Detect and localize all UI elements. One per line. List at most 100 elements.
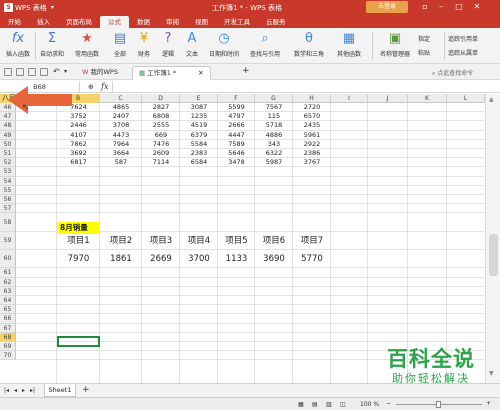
summary-header-cell[interactable]: 项目1	[57, 232, 100, 250]
menu-1[interactable]: 插入	[29, 16, 58, 28]
column-header-D[interactable]: D	[142, 94, 180, 103]
data-cell[interactable]: 7114	[142, 158, 180, 167]
reading-view-icon[interactable]: ◫	[340, 401, 346, 408]
data-cell[interactable]: 6379	[180, 131, 218, 140]
data-cell[interactable]: 7589	[218, 140, 255, 149]
paste-name-button[interactable]: 粘贴	[418, 48, 430, 57]
data-cell[interactable]: 3692	[57, 149, 100, 158]
data-cell[interactable]: 6584	[180, 158, 218, 167]
next-sheet-icon[interactable]: ▸	[22, 387, 25, 394]
column-header-I[interactable]: I	[331, 94, 368, 103]
row-header[interactable]: 57	[0, 204, 16, 214]
menu-8[interactable]: 云服务	[258, 16, 294, 28]
row-header[interactable]: 62	[0, 277, 16, 287]
name-manager-button[interactable]: ▣ 名称管理器	[376, 31, 414, 58]
datetime-button[interactable]: ◷ 日期和时间	[206, 31, 242, 58]
data-cell[interactable]: 7476	[142, 140, 180, 149]
page-break-icon[interactable]: ▥	[326, 401, 332, 408]
column-header-E[interactable]: E	[180, 94, 218, 103]
column-header-H[interactable]: H	[293, 94, 331, 103]
close-button[interactable]: ✕	[470, 1, 484, 13]
row-header[interactable]: 69	[0, 342, 16, 352]
data-cell[interactable]: 2609	[142, 149, 180, 158]
autosum-button[interactable]: Σ 自动求和	[38, 31, 66, 58]
data-cell[interactable]: 4519	[180, 121, 218, 130]
selected-cell-B68[interactable]	[57, 336, 100, 347]
scrollbar-thumb[interactable]	[489, 234, 498, 276]
menu-4[interactable]: 数据	[129, 16, 158, 28]
row-header[interactable]: 49	[0, 130, 16, 140]
column-header-J[interactable]: J	[368, 94, 408, 103]
row-header[interactable]: 67	[0, 323, 16, 333]
row-header[interactable]: 50	[0, 139, 16, 149]
undo-icon[interactable]: ↶	[53, 67, 60, 76]
tab-workbook1[interactable]: ▦ 工作簿1 * ✕	[132, 66, 211, 80]
data-cell[interactable]: 5584	[180, 140, 218, 149]
data-cell[interactable]: 2666	[218, 121, 255, 130]
app-menu-button[interactable]: S WPS 表格 ▾	[4, 3, 54, 13]
data-cell[interactable]: 2446	[57, 121, 100, 130]
common-functions-button[interactable]: ★ 常用函数	[72, 31, 102, 58]
row-header[interactable]: 61	[0, 268, 16, 278]
data-cell[interactable]: 7862	[57, 140, 100, 149]
row-header[interactable]: 48	[0, 121, 16, 131]
data-cell[interactable]: 3478	[218, 158, 255, 167]
summary-value-cell[interactable]: 1861	[100, 250, 142, 268]
all-functions-button[interactable]: ▤ 全部	[110, 31, 130, 58]
data-cell[interactable]: 4886	[255, 131, 293, 140]
data-cell[interactable]: 4447	[218, 131, 255, 140]
first-sheet-icon[interactable]: |◂	[4, 387, 9, 394]
column-header-G[interactable]: G	[255, 94, 293, 103]
data-cell[interactable]: 2386	[293, 149, 331, 158]
data-cell[interactable]: 6817	[57, 158, 100, 167]
summary-value-cell[interactable]: 2669	[142, 250, 180, 268]
data-cell[interactable]: 2383	[180, 149, 218, 158]
other-functions-button[interactable]: ▦ 其他函数	[332, 31, 366, 58]
row-header[interactable]: 60	[0, 250, 16, 269]
add-sheet-button[interactable]: +	[82, 385, 90, 395]
menu-3[interactable]: 公式	[100, 16, 129, 28]
new-tab-button[interactable]: +	[242, 66, 250, 76]
data-cell[interactable]: 5646	[218, 149, 255, 158]
zoom-in-icon[interactable]: ⊕	[88, 83, 94, 91]
row-header[interactable]: 53	[0, 167, 16, 177]
menu-7[interactable]: 开发工具	[216, 16, 258, 28]
data-cell[interactable]: 6570	[293, 112, 331, 121]
column-header-L[interactable]: L	[447, 94, 485, 103]
row-header[interactable]: 54	[0, 176, 16, 186]
summary-value-cell[interactable]: 7970	[57, 250, 100, 268]
data-cell[interactable]: 669	[142, 131, 180, 140]
data-cell[interactable]: 5987	[255, 158, 293, 167]
summary-value-cell[interactable]: 3690	[255, 250, 293, 268]
data-cell[interactable]: 5961	[293, 131, 331, 140]
specify-button[interactable]: 指定	[418, 34, 430, 43]
data-cell[interactable]: 2555	[142, 121, 180, 130]
summary-header-cell[interactable]: 项目3	[142, 232, 180, 250]
last-sheet-icon[interactable]: ▸|	[30, 387, 35, 394]
data-cell[interactable]: 1235	[180, 112, 218, 121]
row-header[interactable]: 55	[0, 185, 16, 195]
column-header-K[interactable]: K	[408, 94, 447, 103]
row-header[interactable]: 56	[0, 195, 16, 205]
print-icon[interactable]	[28, 68, 36, 76]
fx-icon[interactable]: fx	[101, 82, 108, 91]
data-cell[interactable]: 7567	[255, 103, 293, 112]
menu-5[interactable]: 审阅	[158, 16, 187, 28]
preview-icon[interactable]	[40, 68, 48, 76]
data-cell[interactable]: 2407	[100, 112, 142, 121]
insert-function-button[interactable]: fx 插入函数	[4, 31, 32, 58]
trace-dependents-button[interactable]: 追踪从属单	[448, 48, 478, 57]
login-button[interactable]: 未登录	[366, 1, 408, 13]
row-header[interactable]: 58	[0, 213, 16, 233]
summary-header-cell[interactable]: 项目4	[180, 232, 218, 250]
page-layout-icon[interactable]: ▤	[312, 401, 318, 408]
data-cell[interactable]: 3708	[100, 121, 142, 130]
minimize-button[interactable]: –	[434, 1, 448, 13]
tab-my-wps[interactable]: W 我的WPS	[76, 66, 124, 80]
trace-precedents-button[interactable]: 追踪引用单	[448, 34, 478, 43]
prev-sheet-icon[interactable]: ◂	[14, 387, 17, 394]
vertical-scrollbar[interactable]: ▲ ▼	[485, 94, 500, 383]
data-cell[interactable]: 5599	[218, 103, 255, 112]
row-header[interactable]: 68	[0, 332, 16, 342]
data-cell[interactable]: 115	[255, 112, 293, 121]
